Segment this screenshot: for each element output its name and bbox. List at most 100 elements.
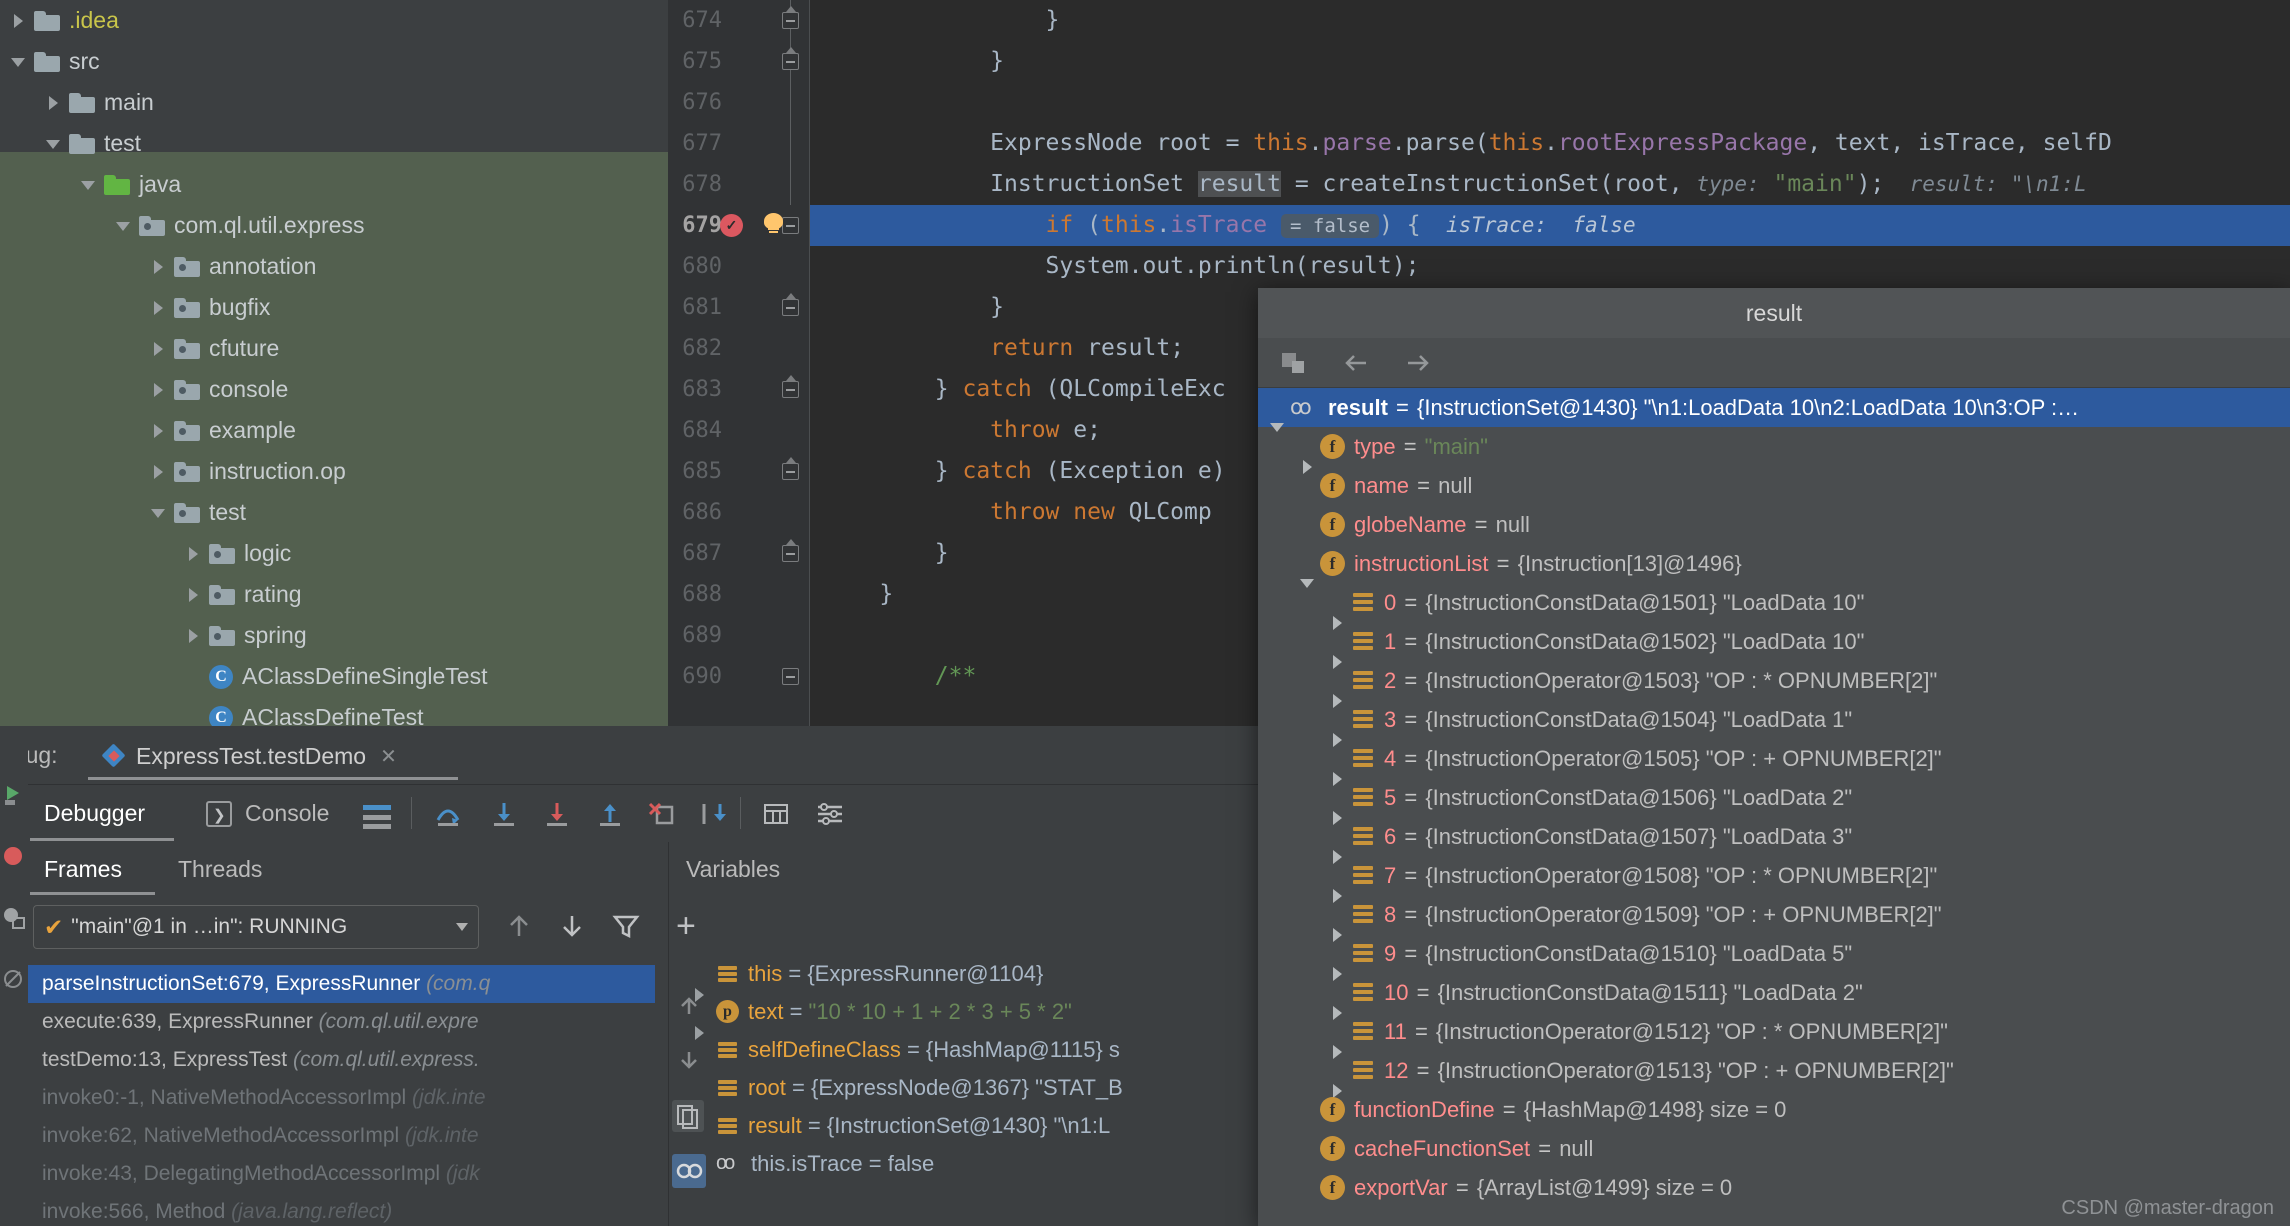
- tree-item--idea[interactable]: .idea: [0, 0, 668, 41]
- tab-console[interactable]: Console: [245, 785, 329, 841]
- popup-tree-row[interactable]: 5 = {InstructionConstData@1506} "LoadDat…: [1258, 778, 2290, 825]
- frame-row[interactable]: testDemo:13, ExpressTest (com.ql.util.ex…: [28, 1041, 655, 1079]
- gutter-row[interactable]: 689: [668, 615, 810, 656]
- gutter-row[interactable]: 683: [668, 369, 810, 410]
- gutter-row[interactable]: 676: [668, 82, 810, 123]
- chevron-down-icon[interactable]: [8, 51, 30, 73]
- chevron-right-icon[interactable]: [183, 625, 205, 647]
- tree-item-spring[interactable]: spring: [0, 615, 668, 656]
- popup-tree-row[interactable]: 0 = {InstructionConstData@1501} "LoadDat…: [1258, 583, 2290, 630]
- drop-frame-icon[interactable]: [648, 800, 676, 828]
- gutter-row[interactable]: 685: [668, 451, 810, 492]
- var-collapse-up-icon[interactable]: [675, 992, 703, 1020]
- fold-toggle-icon[interactable]: [782, 217, 799, 234]
- forward-arrow-icon[interactable]: [1404, 349, 1432, 377]
- popup-tree-row[interactable]: 3 = {InstructionConstData@1504} "LoadDat…: [1258, 700, 2290, 747]
- close-icon[interactable]: ✕: [380, 744, 397, 769]
- gutter-row[interactable]: 688: [668, 574, 810, 615]
- var-collapse-down-icon[interactable]: [675, 1046, 703, 1074]
- tree-item-annotation[interactable]: annotation: [0, 246, 668, 287]
- chevron-right-icon[interactable]: [8, 10, 30, 32]
- gutter-row[interactable]: 675: [668, 41, 810, 82]
- chevron-right-icon[interactable]: [148, 297, 170, 319]
- step-over-icon[interactable]: [434, 800, 462, 828]
- tab-debugger[interactable]: Debugger: [44, 785, 145, 841]
- tree-item-test[interactable]: test: [0, 123, 668, 164]
- popup-tree-row[interactable]: 4 = {InstructionOperator@1505} "OP : + O…: [1258, 739, 2290, 786]
- fold-toggle-icon[interactable]: [782, 47, 799, 70]
- popup-tree-row[interactable]: 6 = {InstructionConstData@1507} "LoadDat…: [1258, 817, 2290, 864]
- tree-item-rating[interactable]: rating: [0, 574, 668, 615]
- gutter-row[interactable]: 690: [668, 656, 810, 697]
- gutter-row[interactable]: 674: [668, 0, 810, 41]
- gutter-row[interactable]: 679: [668, 205, 810, 246]
- fold-toggle-icon[interactable]: [782, 293, 799, 316]
- frame-row[interactable]: execute:639, ExpressRunner (com.ql.util.…: [28, 1003, 655, 1041]
- gutter-row[interactable]: 687: [668, 533, 810, 574]
- gutter-row[interactable]: 680: [668, 246, 810, 287]
- chevron-right-icon[interactable]: [148, 379, 170, 401]
- gutter-row[interactable]: 686: [668, 492, 810, 533]
- frame-row[interactable]: invoke:43, DelegatingMethodAccessorImpl …: [28, 1155, 655, 1193]
- breakpoint-icon[interactable]: [720, 214, 743, 237]
- view-breakpoints-icon[interactable]: [2, 906, 26, 930]
- gutter-row[interactable]: 682: [668, 328, 810, 369]
- tab-frames[interactable]: Frames: [44, 842, 122, 897]
- tree-item-logic[interactable]: logic: [0, 533, 668, 574]
- tree-item-aclassdefinetest[interactable]: AClassDefineTest: [0, 697, 668, 726]
- console-expand-icon[interactable]: ❯: [206, 801, 232, 827]
- frame-row[interactable]: invoke:566, Method (java.lang.reflect): [28, 1193, 655, 1226]
- popup-variables-tree[interactable]: oo result = {InstructionSet@1430} "\n1:Lo…: [1258, 388, 2290, 1226]
- inline-value-badge[interactable]: = false: [1281, 214, 1380, 238]
- chevron-down-icon[interactable]: [113, 215, 135, 237]
- add-watch-icon[interactable]: +: [676, 909, 704, 943]
- popup-tree-row[interactable]: 12 = {InstructionOperator@1513} "OP : + …: [1258, 1051, 2290, 1098]
- popup-tree-row[interactable]: 1 = {InstructionConstData@1502} "LoadDat…: [1258, 622, 2290, 669]
- popup-tree-row[interactable]: oo result = {InstructionSet@1430} "\n1:Lo…: [1258, 388, 2290, 432]
- tree-item-aclassdefinesingletest[interactable]: AClassDefineSingleTest: [0, 656, 668, 697]
- step-into-icon[interactable]: [490, 800, 518, 828]
- evaluate-expression-icon[interactable]: [762, 800, 790, 828]
- mute-breakpoints-icon[interactable]: [2, 968, 26, 992]
- variable-row[interactable]: selfDefineClass = {HashMap@1115} s: [690, 1030, 1120, 1069]
- fold-toggle-icon[interactable]: [782, 6, 799, 29]
- chevron-down-icon[interactable]: [456, 923, 468, 931]
- frame-row[interactable]: invoke:62, NativeMethodAccessorImpl (jdk…: [28, 1117, 655, 1155]
- chevron-right-icon[interactable]: [183, 543, 205, 565]
- resume-program-icon[interactable]: [2, 782, 26, 806]
- settings-lines-icon[interactable]: [816, 800, 844, 828]
- chevron-down-icon[interactable]: [78, 174, 100, 196]
- step-out-icon[interactable]: [596, 800, 624, 828]
- fold-toggle-icon[interactable]: [782, 375, 799, 398]
- popup-toolbar[interactable]: [1258, 338, 2290, 388]
- gutter-row[interactable]: 681: [668, 287, 810, 328]
- layout-lines-icon[interactable]: [363, 803, 391, 831]
- variable-row[interactable]: root = {ExpressNode@1367} "STAT_B: [690, 1068, 1123, 1116]
- tree-item-cfuture[interactable]: cfuture: [0, 328, 668, 369]
- filter-icon[interactable]: [612, 912, 640, 940]
- project-tool-window[interactable]: .idea src main test java com.ql.util.express a…: [0, 0, 668, 726]
- fold-toggle-icon[interactable]: [782, 539, 799, 562]
- popup-tree-row[interactable]: instructionList = {Instruction[13]@1496}: [1258, 544, 2290, 588]
- variable-row[interactable]: text = "10 * 10 + 1 + 2 * 3 + 5 * 2": [690, 992, 1072, 1040]
- chevron-down-icon[interactable]: [43, 133, 65, 155]
- tree-item-console[interactable]: console: [0, 369, 668, 410]
- chevron-right-icon[interactable]: [148, 420, 170, 442]
- fold-toggle-icon[interactable]: [782, 457, 799, 480]
- gutter-row[interactable]: 684: [668, 410, 810, 451]
- popup-tree-row[interactable]: type = "main": [1258, 427, 2290, 474]
- popup-tree-row[interactable]: 8 = {InstructionOperator@1509} "OP : + O…: [1258, 895, 2290, 942]
- popup-tree-row[interactable]: 10 = {InstructionConstData@1511} "LoadDa…: [1258, 973, 2290, 1020]
- variable-row[interactable]: this = {ExpressRunner@1104}: [690, 954, 1043, 1002]
- copy-icon[interactable]: [672, 1100, 704, 1132]
- variable-row[interactable]: oo this.isTrace = false: [690, 1144, 934, 1183]
- frame-row[interactable]: parseInstructionSet:679, ExpressRunner (…: [28, 965, 655, 1003]
- tab-threads[interactable]: Threads: [178, 842, 262, 897]
- infinity-toggle-icon[interactable]: [672, 1154, 706, 1188]
- popup-tree-row[interactable]: name = null: [1258, 466, 2290, 505]
- force-step-into-icon[interactable]: [543, 800, 571, 828]
- tree-item-main[interactable]: main: [0, 82, 668, 123]
- debug-side-rail[interactable]: [0, 726, 28, 1226]
- stop-program-icon[interactable]: [2, 844, 26, 868]
- frame-down-icon[interactable]: [558, 912, 586, 940]
